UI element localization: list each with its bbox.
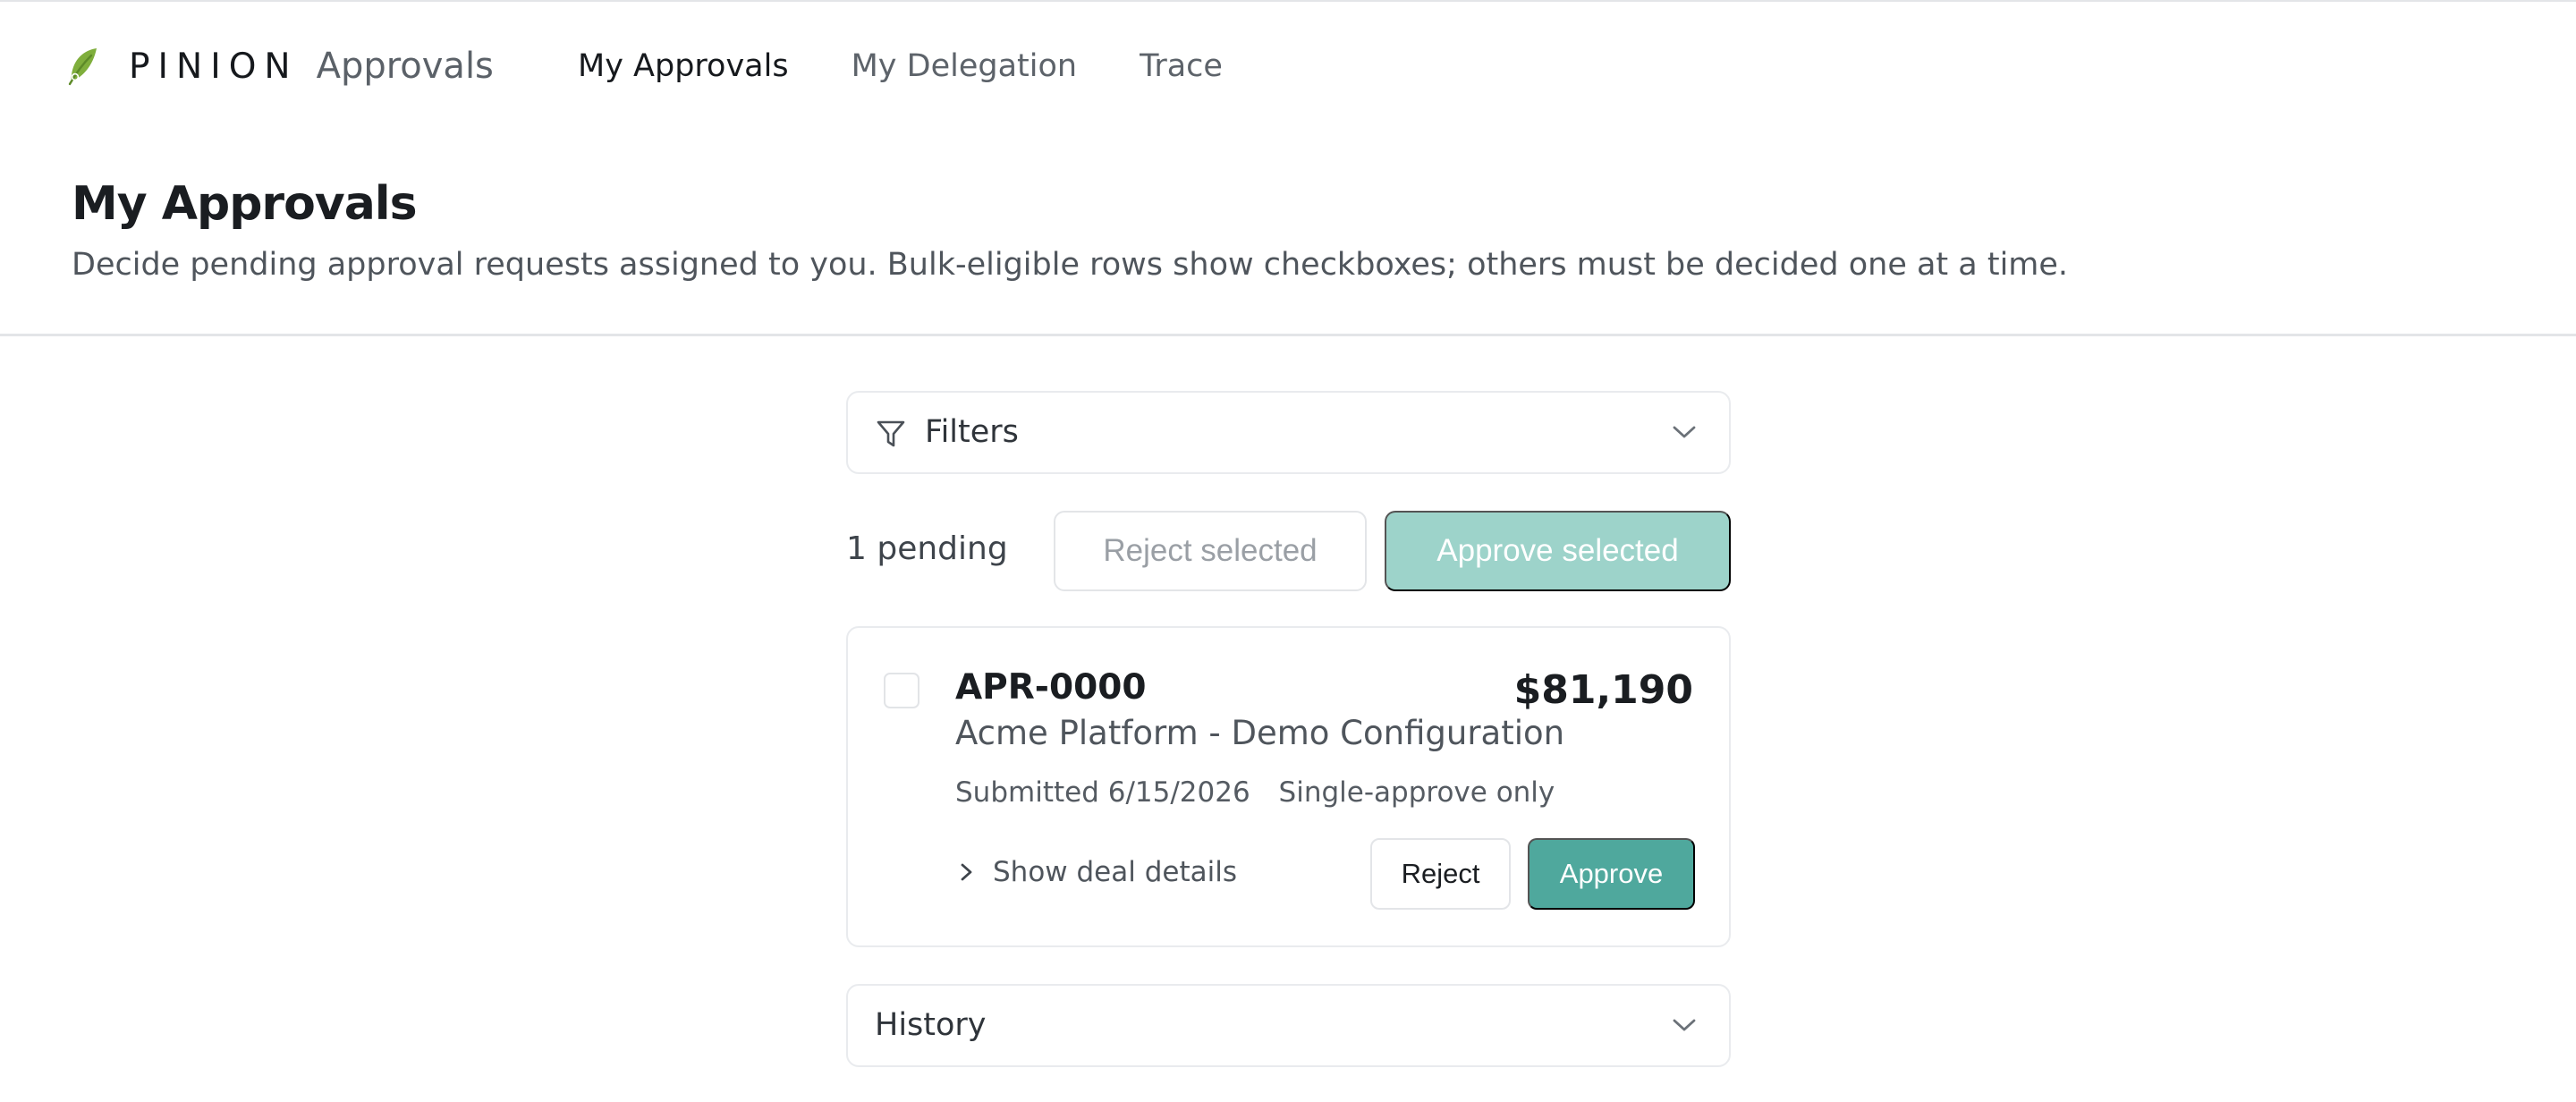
history-toggle[interactable]: History (846, 984, 1731, 1067)
show-deal-details-toggle[interactable]: Show deal details (957, 856, 1237, 888)
show-deal-details-label: Show deal details (993, 856, 1237, 888)
reject-selected-button[interactable]: Reject selected (1054, 511, 1367, 591)
request-id: APR-0000 (955, 667, 1147, 708)
approval-card: APR-0000 $81,190 Acme Platform - Demo Co… (846, 626, 1731, 947)
nav-my-approvals[interactable]: My Approvals (578, 48, 789, 84)
filter-icon (877, 420, 905, 447)
submitted-date: Submitted 6/15/2026 (955, 776, 1250, 809)
approve-selected-button[interactable]: Approve selected (1385, 511, 1731, 591)
top-nav: PINION Approvals My Approvals My Delegat… (0, 0, 2576, 131)
chevron-right-icon (961, 863, 972, 881)
filters-label: Filters (925, 414, 1019, 450)
leaf-icon (68, 48, 97, 86)
brand-product: Approvals (316, 46, 494, 87)
page-title: My Approvals (72, 177, 418, 231)
page-subtitle: Decide pending approval requests assigne… (72, 247, 2069, 283)
reject-button[interactable]: Reject (1370, 838, 1511, 910)
nav-my-delegation[interactable]: My Delegation (852, 48, 1078, 84)
request-name: Acme Platform - Demo Configuration (955, 714, 1565, 752)
nav-trace[interactable]: Trace (1140, 48, 1223, 84)
approve-button[interactable]: Approve (1528, 838, 1695, 910)
history-label: History (875, 1007, 987, 1043)
brand-logo[interactable]: PINION Approvals (64, 39, 494, 93)
nav-links: My Approvals My Delegation Trace (578, 39, 1285, 93)
chevron-down-icon (1673, 1019, 1696, 1031)
request-amount: $81,190 (1513, 667, 1693, 713)
request-meta: Submitted 6/15/2026 Single-approve only (955, 776, 1555, 809)
chevron-down-icon (1673, 426, 1696, 438)
header-divider (0, 334, 2576, 336)
brand-name: PINION (129, 46, 299, 87)
filters-toggle[interactable]: Filters (846, 391, 1731, 474)
approval-mode: Single-approve only (1278, 776, 1555, 809)
row-checkbox[interactable] (884, 673, 919, 708)
pending-count: 1 pending (846, 530, 1008, 567)
